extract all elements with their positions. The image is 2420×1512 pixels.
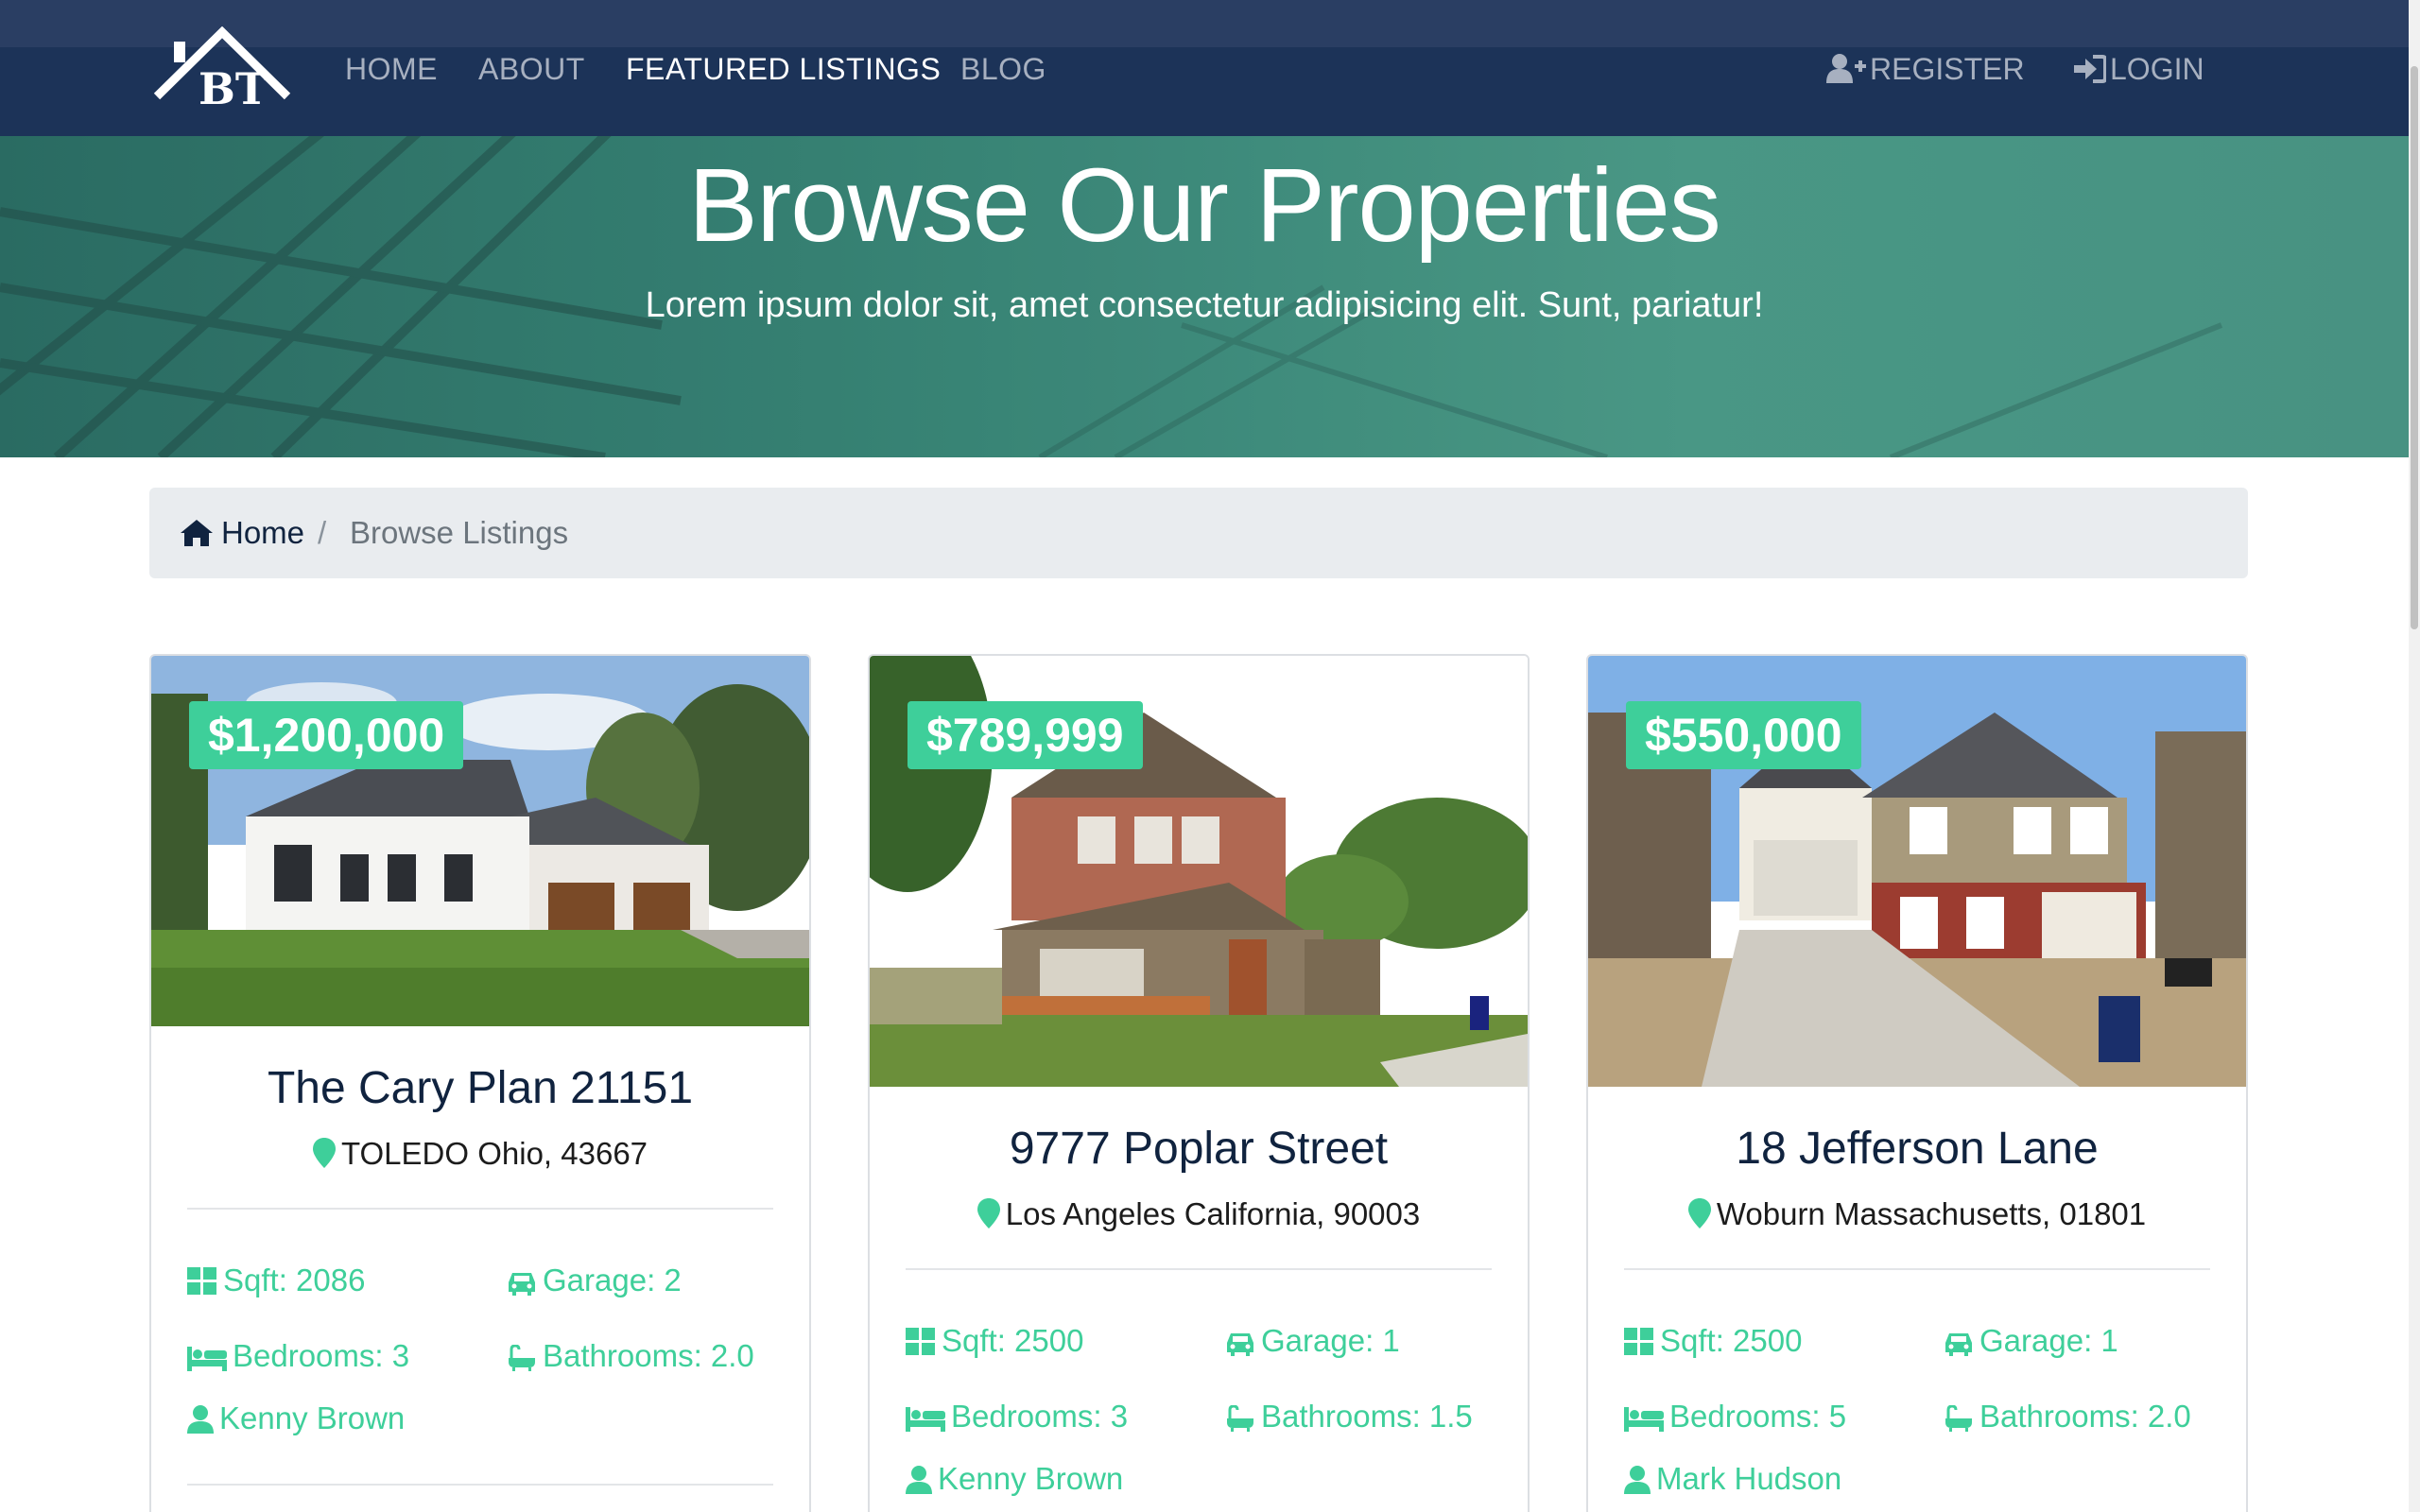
user-icon: [1624, 1466, 1651, 1494]
card-divider: [1624, 1268, 2210, 1270]
listing-photo[interactable]: $789,999: [870, 656, 1528, 1087]
listing-location: Woburn Massachusetts, 01801: [1588, 1196, 2246, 1232]
location-text: TOLEDO Ohio, 43667: [340, 1136, 648, 1171]
breadcrumb-current: Browse Listings: [350, 515, 569, 550]
breadcrumb-home-link[interactable]: Home: [180, 513, 304, 553]
listing-title[interactable]: 9777 Poplar Street: [870, 1123, 1528, 1175]
location-text: Los Angeles California, 90003: [1005, 1196, 1421, 1231]
car-icon: [1227, 1333, 1253, 1356]
listing-card[interactable]: $789,999 9777 Poplar Street Los Angeles …: [868, 654, 1530, 1512]
breadcrumb: Home / Browse Listings: [149, 488, 2248, 578]
car-icon: [509, 1273, 535, 1296]
card-divider: [906, 1268, 1492, 1270]
realtor-text: Kenny Brown: [219, 1400, 406, 1435]
feature-garage: Garage: 2: [507, 1261, 682, 1300]
hero-title: Browse Our Properties: [688, 147, 1721, 264]
garage-text: Garage: 1: [1979, 1323, 2118, 1358]
user-icon: [187, 1405, 214, 1434]
register-label: REGISTER: [1870, 52, 2025, 86]
listing-title[interactable]: 18 Jefferson Lane: [1588, 1123, 2246, 1175]
map-marker-icon: [1687, 1198, 1711, 1228]
card-divider: [187, 1208, 773, 1210]
feature-realtor: Kenny Brown: [906, 1459, 1123, 1499]
home-icon: [181, 520, 213, 546]
breadcrumb-home-label: Home: [221, 515, 305, 550]
register-link[interactable]: REGISTER: [1826, 49, 2025, 89]
th-large-icon: [906, 1328, 935, 1355]
listing-card[interactable]: $550,000 18 Jefferson Lane Woburn Massac…: [1586, 654, 2248, 1512]
location-text: Woburn Massachusetts, 01801: [1716, 1196, 2147, 1231]
feature-bedrooms: Bedrooms: 5: [1624, 1397, 1846, 1436]
brand-text: BT: [199, 63, 268, 106]
feature-sqft: Sqft: 2500: [1624, 1321, 1802, 1361]
card-divider: [187, 1484, 773, 1486]
bedrooms-text: Bedrooms: 3: [951, 1399, 1129, 1434]
bathrooms-text: Bathrooms: 2.0: [1979, 1399, 2191, 1434]
map-marker-icon: [312, 1138, 336, 1168]
scrollbar-thumb[interactable]: [2411, 66, 2418, 629]
listing-photo[interactable]: $1,200,000: [151, 656, 809, 1026]
feature-bathrooms: Bathrooms: 1.5: [1225, 1397, 1473, 1436]
garage-text: Garage: 1: [1261, 1323, 1400, 1358]
th-large-icon: [187, 1267, 216, 1295]
login-label: LOGIN: [2110, 52, 2204, 86]
price-badge: $789,999: [908, 701, 1143, 769]
brand-logo[interactable]: BT: [151, 26, 293, 114]
nav-about[interactable]: ABOUT: [478, 49, 585, 89]
feature-realtor: Kenny Brown: [187, 1399, 405, 1438]
feature-sqft: Sqft: 2086: [187, 1261, 365, 1300]
bathrooms-text: Bathrooms: 1.5: [1261, 1399, 1473, 1434]
login-link[interactable]: LOGIN: [2074, 49, 2204, 89]
bed-icon: [1624, 1407, 1664, 1432]
realtor-text: Kenny Brown: [938, 1461, 1124, 1496]
sqft-text: Sqft: 2500: [1660, 1323, 1803, 1358]
bathrooms-text: Bathrooms: 2.0: [543, 1338, 754, 1373]
breadcrumb-separator: /: [318, 515, 327, 550]
user-plus-icon: [1826, 54, 1866, 83]
hero-subtitle: Lorem ipsum dolor sit, amet consectetur …: [645, 285, 1764, 325]
price-badge: $1,200,000: [189, 701, 464, 769]
top-strip: [0, 0, 2420, 47]
bath-icon: [509, 1344, 535, 1371]
user-icon: [906, 1466, 932, 1494]
feature-bedrooms: Bedrooms: 3: [906, 1397, 1128, 1436]
feature-sqft: Sqft: 2500: [906, 1321, 1083, 1361]
bed-icon: [906, 1407, 945, 1432]
nav-featured-listings[interactable]: FEATURED LISTINGS: [626, 49, 941, 89]
sign-in-icon: [2074, 55, 2107, 83]
hero-banner: Browse Our Properties Lorem ipsum dolor …: [0, 136, 2409, 457]
listing-photo[interactable]: $550,000: [1588, 656, 2246, 1087]
bed-icon: [187, 1347, 227, 1371]
listing-location: Los Angeles California, 90003: [870, 1196, 1528, 1232]
map-marker-icon: [977, 1198, 1000, 1228]
feature-bathrooms: Bathrooms: 2.0: [1944, 1397, 2191, 1436]
feature-garage: Garage: 1: [1225, 1321, 1400, 1361]
feature-bathrooms: Bathrooms: 2.0: [507, 1336, 754, 1376]
nav-blog[interactable]: BLOG: [960, 49, 1046, 89]
realtor-text: Mark Hudson: [1656, 1461, 1842, 1496]
nav-home[interactable]: HOME: [345, 49, 438, 89]
garage-text: Garage: 2: [543, 1263, 682, 1297]
bath-icon: [1227, 1404, 1253, 1432]
sqft-text: Sqft: 2500: [942, 1323, 1084, 1358]
feature-bedrooms: Bedrooms: 3: [187, 1336, 409, 1376]
th-large-icon: [1624, 1328, 1653, 1355]
feature-realtor: Mark Hudson: [1624, 1459, 1841, 1499]
bedrooms-text: Bedrooms: 3: [233, 1338, 410, 1373]
listing-card[interactable]: $1,200,000 The Cary Plan 21151 TOLEDO Oh…: [149, 654, 811, 1512]
bath-icon: [1945, 1404, 1972, 1432]
bedrooms-text: Bedrooms: 5: [1669, 1399, 1847, 1434]
sqft-text: Sqft: 2086: [223, 1263, 366, 1297]
listing-location: TOLEDO Ohio, 43667: [151, 1136, 809, 1172]
listing-title[interactable]: The Cary Plan 21151: [151, 1062, 809, 1114]
car-icon: [1945, 1333, 1972, 1356]
feature-garage: Garage: 1: [1944, 1321, 2118, 1361]
price-badge: $550,000: [1626, 701, 1861, 769]
